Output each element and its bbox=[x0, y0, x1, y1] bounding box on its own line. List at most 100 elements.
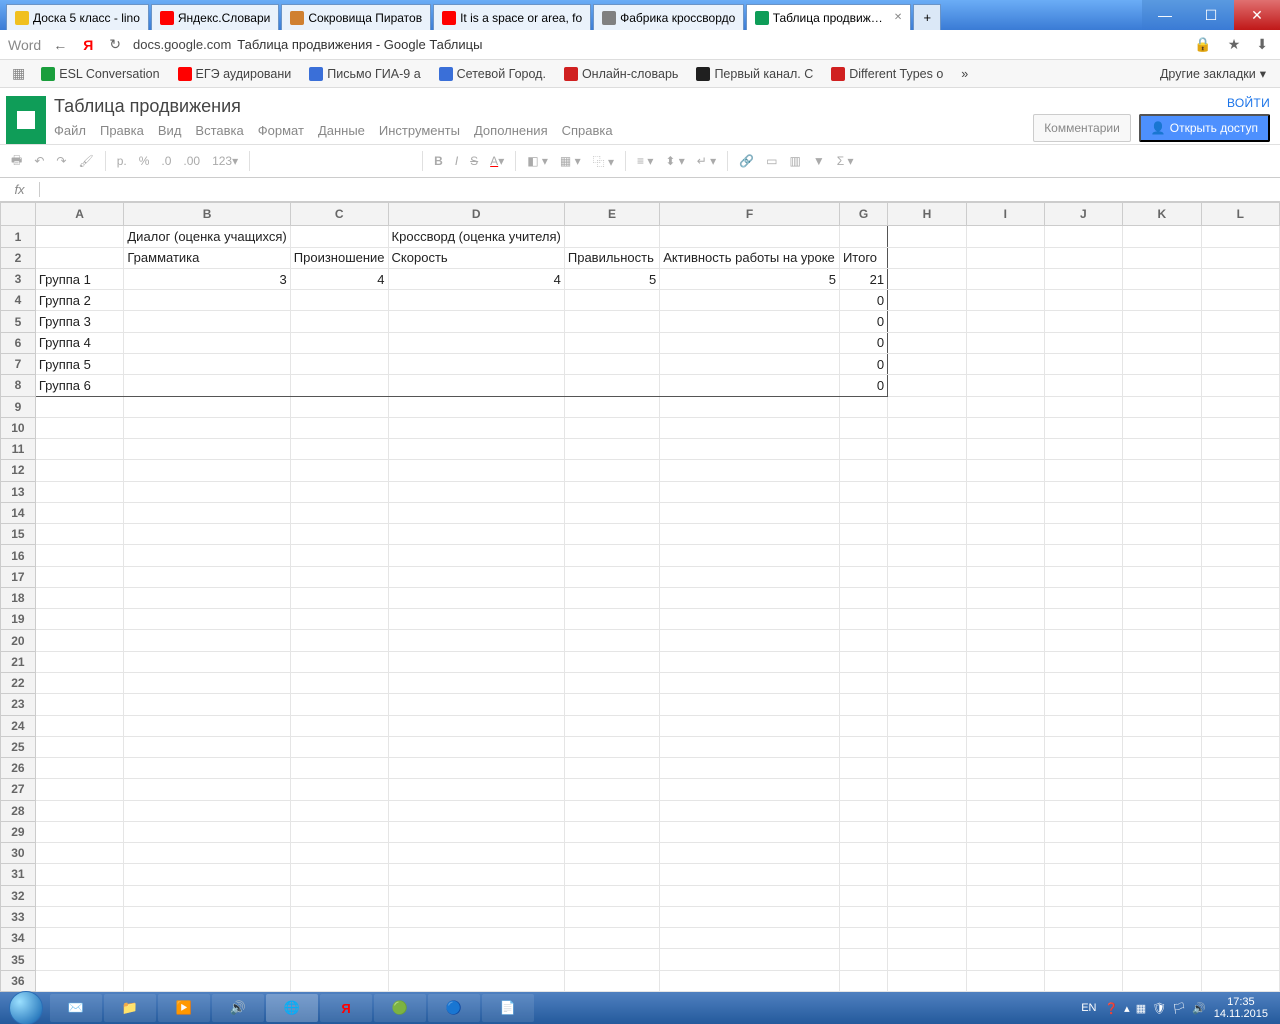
cell[interactable] bbox=[660, 587, 840, 608]
cell[interactable] bbox=[1201, 587, 1279, 608]
cell[interactable] bbox=[1044, 821, 1122, 842]
cell[interactable] bbox=[388, 821, 564, 842]
cell[interactable]: 3 bbox=[124, 268, 290, 289]
cell[interactable] bbox=[966, 672, 1044, 693]
bookmark-item[interactable]: ЕГЭ аудировани bbox=[172, 65, 298, 83]
cell[interactable] bbox=[564, 290, 659, 311]
cell[interactable] bbox=[1123, 779, 1202, 800]
cell[interactable] bbox=[1044, 353, 1122, 374]
cell[interactable] bbox=[290, 779, 388, 800]
cell[interactable] bbox=[124, 439, 290, 460]
cell[interactable] bbox=[564, 311, 659, 332]
cell[interactable] bbox=[966, 375, 1044, 396]
cell[interactable] bbox=[124, 630, 290, 651]
cell[interactable] bbox=[839, 502, 887, 523]
cell[interactable] bbox=[839, 758, 887, 779]
menu-item[interactable]: Данные bbox=[318, 123, 365, 138]
cell[interactable] bbox=[124, 970, 290, 991]
cell[interactable] bbox=[1123, 970, 1202, 991]
row-header[interactable]: 7 bbox=[1, 353, 36, 374]
cell[interactable] bbox=[660, 758, 840, 779]
cell[interactable] bbox=[660, 566, 840, 587]
cell[interactable] bbox=[1201, 502, 1279, 523]
download-icon[interactable]: ⬇ bbox=[1252, 36, 1272, 53]
start-button[interactable] bbox=[4, 994, 48, 1022]
cell[interactable] bbox=[839, 736, 887, 757]
cell[interactable] bbox=[839, 779, 887, 800]
col-header[interactable]: H bbox=[888, 203, 967, 226]
cell[interactable] bbox=[660, 715, 840, 736]
cell[interactable] bbox=[1044, 672, 1122, 693]
row-header[interactable]: 35 bbox=[1, 949, 36, 970]
cell[interactable] bbox=[839, 630, 887, 651]
cell[interactable] bbox=[564, 630, 659, 651]
task-volume[interactable]: 🔊 bbox=[212, 994, 264, 1022]
chart-icon[interactable]: ▥ bbox=[784, 150, 805, 172]
cell[interactable] bbox=[660, 651, 840, 672]
cell[interactable] bbox=[966, 949, 1044, 970]
cell[interactable] bbox=[888, 651, 967, 672]
cell[interactable] bbox=[888, 736, 967, 757]
cell[interactable] bbox=[1044, 885, 1122, 906]
cell[interactable] bbox=[660, 906, 840, 927]
row-header[interactable]: 31 bbox=[1, 864, 36, 885]
cell[interactable] bbox=[1044, 779, 1122, 800]
cell[interactable] bbox=[966, 715, 1044, 736]
valign-icon[interactable]: ⬍ ▾ bbox=[660, 150, 689, 172]
row-header[interactable]: 34 bbox=[1, 928, 36, 949]
cell[interactable] bbox=[388, 736, 564, 757]
cell[interactable] bbox=[1201, 630, 1279, 651]
cell[interactable] bbox=[1044, 715, 1122, 736]
row-header[interactable]: 16 bbox=[1, 545, 36, 566]
cell[interactable] bbox=[1044, 417, 1122, 438]
cell[interactable] bbox=[1044, 311, 1122, 332]
cell[interactable] bbox=[1201, 566, 1279, 587]
cell[interactable] bbox=[839, 460, 887, 481]
cell[interactable] bbox=[1044, 332, 1122, 353]
cell[interactable] bbox=[290, 332, 388, 353]
cell[interactable] bbox=[660, 226, 840, 247]
cell[interactable] bbox=[966, 758, 1044, 779]
cell[interactable]: 0 bbox=[839, 353, 887, 374]
wrap-icon[interactable]: ↵ ▾ bbox=[692, 150, 721, 172]
cell[interactable] bbox=[35, 800, 124, 821]
cell[interactable] bbox=[388, 396, 564, 417]
row-header[interactable]: 20 bbox=[1, 630, 36, 651]
cell[interactable] bbox=[966, 566, 1044, 587]
cell[interactable] bbox=[1044, 630, 1122, 651]
cell[interactable] bbox=[1123, 885, 1202, 906]
cell[interactable] bbox=[660, 885, 840, 906]
cell[interactable] bbox=[660, 609, 840, 630]
cell[interactable] bbox=[1201, 928, 1279, 949]
cell[interactable] bbox=[839, 906, 887, 927]
cell[interactable] bbox=[1044, 906, 1122, 927]
cell[interactable] bbox=[966, 736, 1044, 757]
task-media[interactable]: ▶️ bbox=[158, 994, 210, 1022]
cell[interactable] bbox=[124, 353, 290, 374]
cell[interactable] bbox=[290, 524, 388, 545]
cell[interactable] bbox=[1201, 290, 1279, 311]
cell[interactable] bbox=[388, 928, 564, 949]
cell[interactable] bbox=[660, 460, 840, 481]
cell[interactable]: Произношение bbox=[290, 247, 388, 268]
cell[interactable] bbox=[124, 736, 290, 757]
cell[interactable] bbox=[1123, 566, 1202, 587]
minimize-button[interactable]: — bbox=[1142, 0, 1188, 30]
cell[interactable] bbox=[1201, 906, 1279, 927]
cell[interactable] bbox=[966, 906, 1044, 927]
cell[interactable] bbox=[888, 672, 967, 693]
cell[interactable] bbox=[1123, 651, 1202, 672]
row-header[interactable]: 8 bbox=[1, 375, 36, 396]
cell[interactable] bbox=[564, 545, 659, 566]
cell[interactable] bbox=[1201, 481, 1279, 502]
cell[interactable] bbox=[564, 587, 659, 608]
cell[interactable] bbox=[660, 481, 840, 502]
row-header[interactable]: 32 bbox=[1, 885, 36, 906]
cell[interactable] bbox=[124, 906, 290, 927]
cell[interactable]: Группа 2 bbox=[35, 290, 124, 311]
borders-icon[interactable]: ▦ ▾ bbox=[555, 150, 586, 172]
bookmark-item[interactable]: Different Types o bbox=[825, 65, 949, 83]
cell[interactable] bbox=[290, 290, 388, 311]
cell[interactable] bbox=[124, 843, 290, 864]
cell[interactable] bbox=[1123, 375, 1202, 396]
